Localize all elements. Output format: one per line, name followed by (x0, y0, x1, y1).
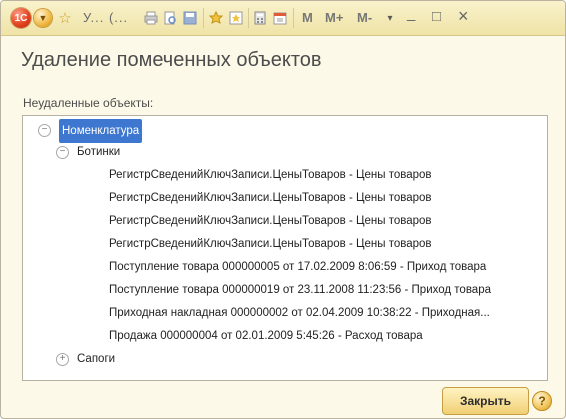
favorites-star-icon[interactable]: ☆ (57, 9, 73, 27)
main-menu-dropdown-icon[interactable]: ▼ (34, 9, 52, 27)
toolbar-separator (248, 8, 249, 28)
memory-subtract-button[interactable]: M- (357, 10, 372, 25)
preview-icon[interactable] (162, 9, 178, 27)
collapse-icon[interactable]: − (38, 124, 51, 137)
tree-leaf[interactable]: Приходная накладная 000000002 от 02.04.2… (109, 302, 490, 324)
form-title: Удаление помеченных объектов (21, 49, 322, 71)
toolbar-menu-icon[interactable]: ▾ (383, 9, 397, 27)
close-window-button[interactable]: × (458, 6, 469, 27)
tree-node-group-label[interactable]: Ботинки (77, 141, 120, 163)
toolbar-separator (203, 8, 204, 28)
link-icon[interactable] (228, 9, 244, 27)
title-bar: 1C ▼ ☆ У... (... M M+ M- ▾ _ □ × (1, 1, 565, 36)
tree-leaf[interactable]: Поступление товара 000000019 от 23.11.20… (109, 279, 491, 301)
help-icon[interactable]: ? (532, 391, 552, 411)
close-button[interactable]: Закрыть (442, 387, 529, 415)
undeleted-objects-tree[interactable]: − Номенклатура − Ботинки РегистрСведений… (22, 115, 548, 381)
tree-node-root-label[interactable]: Номенклатура (59, 119, 143, 143)
tree-leaf[interactable]: РегистрСведенийКлючЗаписи.ЦеныТоваров - … (109, 210, 432, 232)
dialog-window: 1C ▼ ☆ У... (... M M+ M- ▾ _ □ × Удалени… (0, 0, 566, 419)
toolbar-separator (293, 8, 294, 28)
tree-node-group-label[interactable]: Сапоги (77, 348, 115, 370)
tree-leaf[interactable]: Продажа 000000004 от 02.01.2009 5:45:26 … (109, 325, 423, 347)
memory-add-button[interactable]: M+ (325, 10, 343, 25)
tree-leaf[interactable]: Поступление товара 000000005 от 17.02.20… (109, 256, 486, 278)
tree-leaf[interactable]: РегистрСведенийКлючЗаписи.ЦеныТоваров - … (109, 187, 432, 209)
minimize-button[interactable]: _ (407, 5, 415, 22)
memory-button[interactable]: M (302, 10, 313, 25)
expand-icon[interactable]: + (56, 353, 69, 366)
print-icon[interactable] (143, 9, 159, 27)
calculator-icon[interactable] (252, 9, 268, 27)
collapse-icon[interactable]: − (56, 146, 69, 159)
window-title: У... (... (83, 10, 129, 25)
calendar-icon[interactable] (272, 9, 288, 27)
save-icon[interactable] (182, 9, 198, 27)
app-logo-icon[interactable]: 1C (11, 8, 31, 28)
add-favorite-icon[interactable] (208, 9, 224, 27)
maximize-button[interactable]: □ (432, 8, 441, 25)
undeleted-objects-label: Неудаленные объекты: (23, 96, 154, 110)
tree-leaf[interactable]: РегистрСведенийКлючЗаписи.ЦеныТоваров - … (109, 164, 432, 186)
tree-leaf[interactable]: РегистрСведенийКлючЗаписи.ЦеныТоваров - … (109, 233, 432, 255)
